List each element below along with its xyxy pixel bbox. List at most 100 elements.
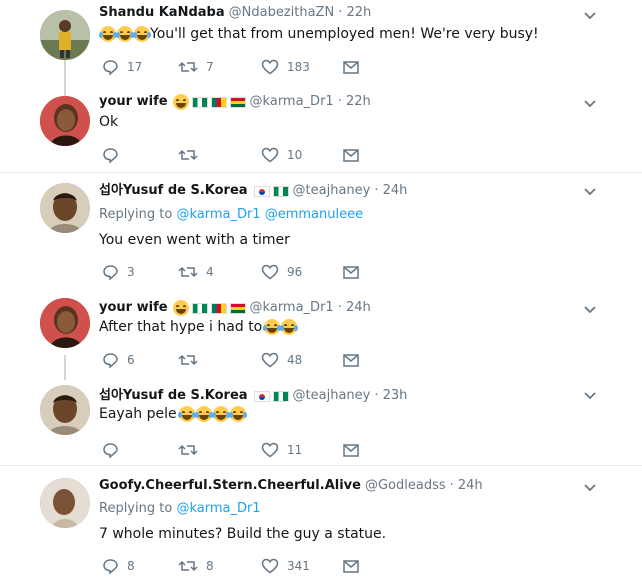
retweet-icon [178,560,198,572]
user-handle[interactable]: @Godleadss [365,476,446,496]
reply-button[interactable]: 6 [102,350,135,370]
avatar[interactable] [40,298,90,348]
avatar[interactable] [40,183,90,233]
tweet-text-content: Eayah pele [99,406,177,422]
tweet-header: 섭아Yusuf de S.Korea @teajhaney · 23h [99,386,407,406]
replying-label: Replying to [99,501,173,516]
message-button[interactable] [342,556,360,576]
display-name[interactable]: your wife [99,298,168,318]
chevron-down-icon[interactable] [582,96,598,112]
like-count: 96 [287,265,303,279]
tweet-text: Eayah pele [99,404,247,424]
tweet-text-content: Ok [99,114,119,130]
thread-connector [64,355,66,380]
chevron-down-icon[interactable] [582,480,598,496]
laughing-emoji-icon [177,406,196,422]
like-button[interactable]: 11 [261,440,302,460]
display-name[interactable]: Goofy.Cheerful.Stern.Cheerful.Alive [99,476,361,496]
reply-button[interactable]: 17 [102,57,142,77]
retweet-count: 8 [206,559,214,573]
like-count: 10 [287,148,303,162]
message-button[interactable] [342,440,360,460]
tweet-text: You even went with a timer [99,230,290,250]
avatar[interactable] [40,478,90,528]
message-button[interactable] [342,145,360,165]
avatar[interactable] [40,96,90,146]
avatar[interactable] [40,385,90,435]
tweet-text-content: 7 whole minutes? Build the guy a statue. [99,526,387,542]
tweet-header: your wife @karma_Dr1 · 22h [99,92,371,112]
south-korea-flag-icon [253,185,270,197]
avatar[interactable] [40,10,90,60]
user-handle[interactable]: @teajhaney [293,181,371,201]
cameroon-flag-icon [210,96,227,108]
reply-icon [103,60,118,75]
reply-icon [103,265,118,280]
display-name[interactable]: 섭아Yusuf de S.Korea [99,386,248,406]
user-handle[interactable]: @karma_Dr1 [250,92,334,112]
retweet-button[interactable]: 7 [178,57,214,77]
tweet-text-content: You'll get that from unemployed men! We'… [150,26,539,42]
like-button[interactable]: 48 [261,350,302,370]
grinning-emoji-icon [172,94,189,110]
tweet-text: Ok [99,112,118,132]
laughing-emoji-icon [194,406,213,422]
like-button[interactable]: 10 [261,145,302,165]
like-button[interactable]: 96 [261,262,302,282]
chevron-down-icon[interactable] [582,388,598,404]
timestamp[interactable]: · 23h [374,386,407,406]
laughing-emoji-icon [280,319,299,335]
nigeria-flag-icon [272,185,289,197]
heart-icon [261,264,279,280]
retweet-button[interactable]: 8 [178,556,214,576]
message-button[interactable] [342,350,360,370]
like-count: 11 [287,443,303,457]
cameroon-flag-icon [210,302,227,314]
mention-link[interactable]: @karma_Dr1 [176,207,260,222]
mention-link[interactable]: @karma_Dr1 [176,501,260,516]
tweet-actions: 17 7 183 [99,57,399,77]
envelope-icon [343,560,359,573]
user-handle[interactable]: @karma_Dr1 [250,298,334,318]
ghana-flag-icon [229,96,246,108]
replying-to: Replying to @karma_Dr1 @emmanuleee [99,206,363,224]
laughing-emoji-icon [263,319,282,335]
timestamp[interactable]: · 22h [338,92,371,112]
nigeria-flag-icon [191,96,208,108]
reply-button[interactable]: 3 [102,262,135,282]
display-name[interactable]: 섭아Yusuf de S.Korea [99,181,248,201]
user-handle[interactable]: @NdabezithaZN [229,3,335,23]
message-button[interactable] [342,57,360,77]
retweet-button[interactable] [178,145,206,165]
retweet-button[interactable] [178,350,206,370]
chevron-down-icon[interactable] [582,184,598,200]
message-button[interactable] [342,262,360,282]
grinning-emoji-icon [172,300,189,316]
reply-button[interactable] [102,440,127,460]
retweet-count: 7 [206,60,214,74]
laughing-emoji-icon [116,26,134,42]
like-button[interactable]: 183 [261,57,310,77]
retweet-button[interactable]: 4 [178,262,214,282]
divider [0,465,642,466]
timestamp[interactable]: · 24h [338,298,371,318]
chevron-down-icon[interactable] [582,8,598,24]
reply-button[interactable]: 8 [102,556,135,576]
timestamp[interactable]: · 22h [338,3,371,23]
retweet-button[interactable] [178,440,206,460]
tweet-text: You'll get that from unemployed men! We'… [99,24,539,44]
reply-count: 6 [127,353,135,367]
reply-button[interactable] [102,145,127,165]
user-handle[interactable]: @teajhaney [293,386,371,406]
like-button[interactable]: 341 [261,556,310,576]
envelope-icon [343,149,359,162]
display-name[interactable]: your wife [99,92,168,112]
retweet-icon [178,444,198,456]
mention-link[interactable]: @emmanuleee [265,207,363,222]
timestamp[interactable]: · 24h [374,181,407,201]
chevron-down-icon[interactable] [582,302,598,318]
like-count: 48 [287,353,303,367]
timestamp[interactable]: · 24h [450,476,483,496]
display-name[interactable]: Shandu KaNdaba [99,3,225,23]
envelope-icon [343,266,359,279]
